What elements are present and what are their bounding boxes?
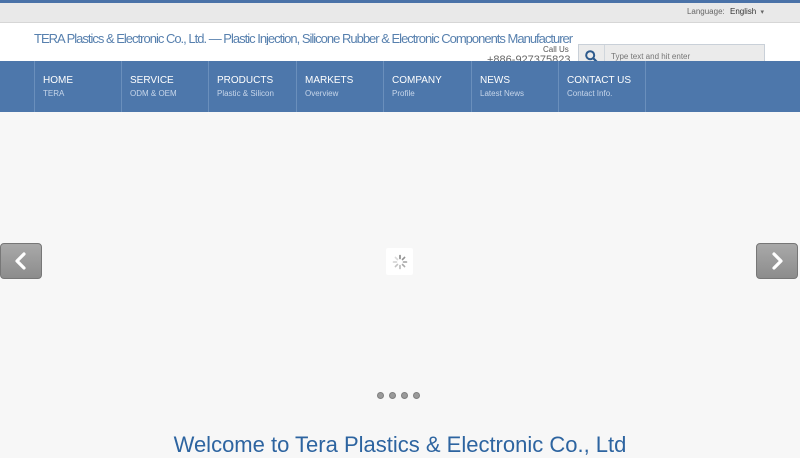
chevron-down-icon[interactable]: ▾	[760, 8, 764, 16]
nav-item-title: PRODUCTS	[217, 75, 274, 86]
language-value[interactable]: English	[730, 7, 756, 16]
nav-item-markets[interactable]: MARKETS Overview	[296, 61, 383, 112]
spinner-icon	[386, 248, 413, 275]
nav-item-subtitle: Contact Info.	[567, 89, 613, 98]
nav-item-subtitle: TERA	[43, 89, 65, 98]
chevron-left-icon	[15, 252, 26, 270]
slider-prev-button[interactable]	[0, 243, 42, 279]
slider-dot[interactable]	[377, 392, 384, 399]
nav-item-service[interactable]: SERVICE ODM & OEM	[121, 61, 208, 112]
nav-item-subtitle: ODM & OEM	[130, 89, 177, 98]
nav-item-contact[interactable]: CONTACT US Contact Info.	[558, 61, 646, 112]
nav-item-news[interactable]: NEWS Latest News	[471, 61, 558, 112]
hero-slider	[0, 112, 800, 412]
nav-item-subtitle: Profile	[392, 89, 415, 98]
main-navigation: HOME TERA SERVICE ODM & OEM PRODUCTS Pla…	[0, 61, 800, 113]
nav-item-subtitle: Overview	[305, 89, 339, 98]
slider-dot[interactable]	[389, 392, 396, 399]
welcome-heading: Welcome to Tera Plastics & Electronic Co…	[173, 432, 627, 457]
slider-dot[interactable]	[413, 392, 420, 399]
language-label: Language:	[686, 7, 725, 16]
nav-item-title: NEWS	[480, 75, 510, 86]
chevron-right-icon	[772, 252, 783, 270]
nav-items: HOME TERA SERVICE ODM & OEM PRODUCTS Pla…	[34, 61, 646, 112]
slider-dot[interactable]	[401, 392, 408, 399]
nav-item-subtitle: Plastic & Silicon	[217, 89, 274, 98]
call-us-label: Call Us	[543, 45, 569, 54]
top-bar: Language: English ▾	[0, 3, 800, 23]
slider-next-button[interactable]	[756, 243, 798, 279]
slider-pagination	[377, 392, 420, 399]
nav-item-subtitle: Latest News	[480, 89, 525, 98]
nav-item-title: MARKETS	[305, 75, 354, 86]
nav-item-home[interactable]: HOME TERA	[34, 61, 121, 112]
nav-item-title: SERVICE	[130, 75, 174, 86]
nav-item-title: HOME	[43, 75, 73, 86]
nav-item-company[interactable]: COMPANY Profile	[383, 61, 471, 112]
nav-item-title: COMPANY	[392, 75, 442, 86]
language-selector[interactable]: Language: English ▾	[687, 7, 764, 16]
nav-item-title: CONTACT US	[567, 75, 632, 86]
nav-item-products[interactable]: PRODUCTS Plastic & Silicon	[208, 61, 296, 112]
